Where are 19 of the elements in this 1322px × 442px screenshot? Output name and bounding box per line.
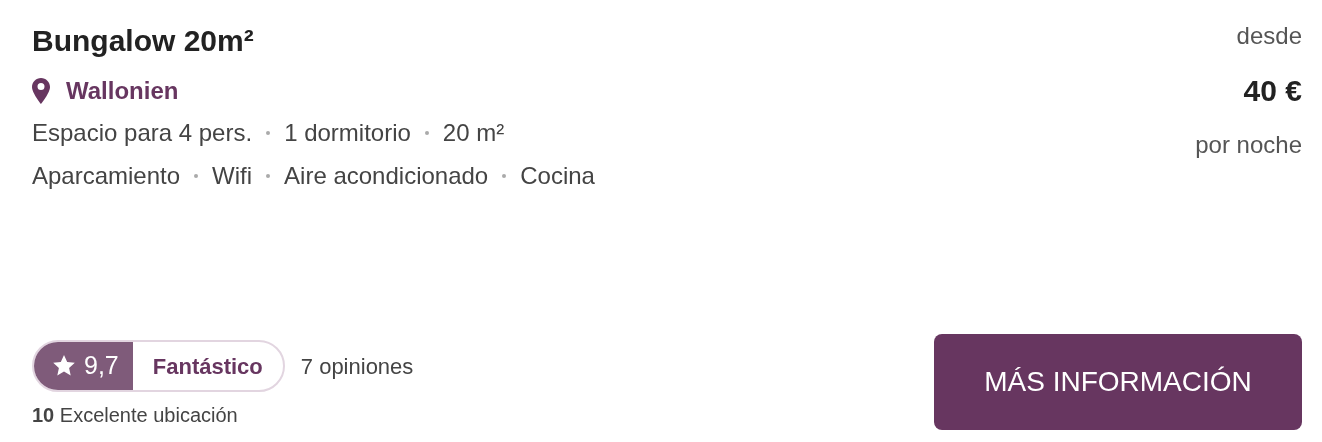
price: 40 € [1243,73,1302,109]
price-suffix: por noche [1195,130,1302,160]
feature-text: Aparcamiento [32,161,181,191]
location-rating: 10 Excelente ubicación [32,403,239,428]
rating-label: Fantástico [152,352,263,381]
location-link[interactable]: Wallonien [66,73,179,109]
feature-text: 1 dormitorio [284,119,411,148]
more-info-button[interactable]: MÁS INFORMACIÓN [934,334,1302,430]
listing-title: Bungalow 20m² [32,23,255,59]
feature-text: Cocina [520,161,595,191]
review-count: 7 opiniones [300,352,414,381]
feature-text: Aire acondicionado [284,161,489,191]
star-icon [52,354,76,378]
rating-score: 9,7 [84,350,119,382]
feature-text: 20 m² [442,119,505,148]
location-pin-icon [32,78,50,104]
price-prefix: desde [1236,21,1302,51]
feature-text: Espacio para 4 pers. [32,119,253,148]
feature-text: Wifi [212,161,253,191]
